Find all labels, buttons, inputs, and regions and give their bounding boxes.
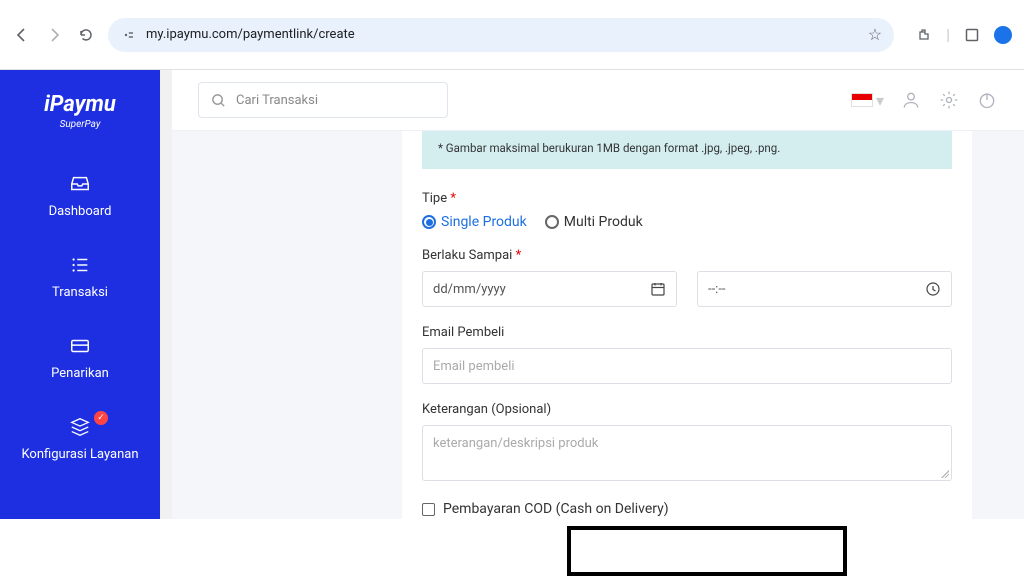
- sidebar: iPaymu SuperPay Dashboard Transaksi Pena…: [0, 70, 160, 519]
- clock-icon: [925, 281, 941, 297]
- browser-toolbar: my.ipaymu.com/paymentlink/create ☆ |: [0, 0, 1024, 70]
- cod-checkbox-row[interactable]: Pembayaran COD (Cash on Delivery): [422, 501, 952, 517]
- logo: iPaymu: [44, 78, 116, 119]
- search-icon: [211, 93, 226, 108]
- profile-avatar[interactable]: [994, 26, 1012, 44]
- browser-actions: |: [906, 25, 1012, 45]
- date-input[interactable]: dd/mm/yyyy: [422, 271, 677, 307]
- flag-id-icon: [851, 93, 873, 107]
- url-text: my.ipaymu.com/paymentlink/create: [146, 27, 860, 42]
- email-input[interactable]: Email pembeli: [422, 348, 952, 384]
- sidebar-item-transaksi[interactable]: Transaksi: [0, 237, 160, 318]
- paymentlink-form: * Gambar maksimal berukuran 1MB dengan f…: [402, 131, 972, 537]
- checkbox-icon: [422, 503, 435, 516]
- sidebar-item-konfigurasi[interactable]: ✓ Konfigurasi Layanan: [0, 399, 160, 480]
- account-icon[interactable]: [900, 89, 922, 111]
- reload-button[interactable]: [76, 25, 96, 45]
- image-hint-banner: * Gambar maksimal berukuran 1MB dengan f…: [422, 131, 952, 169]
- bookmark-star-icon[interactable]: ☆: [868, 25, 882, 44]
- show-tabs-icon[interactable]: [962, 25, 982, 45]
- email-label: Email Pembeli: [422, 325, 952, 340]
- chevron-down-icon: ▾: [876, 91, 884, 110]
- valid-until-label: Berlaku Sampai *: [422, 248, 952, 263]
- radio-multi-produk[interactable]: Multi Produk: [545, 214, 643, 230]
- notification-badge: ✓: [94, 411, 108, 425]
- inbox-icon: [68, 172, 92, 196]
- settings-icon[interactable]: [938, 89, 960, 111]
- cod-label: Pembayaran COD (Cash on Delivery): [443, 501, 669, 517]
- description-textarea[interactable]: keterangan/deskripsi produk: [422, 425, 952, 481]
- logo-tagline: SuperPay: [60, 119, 101, 130]
- type-label: Tipe *: [422, 191, 952, 206]
- sidebar-item-dashboard[interactable]: Dashboard: [0, 156, 160, 237]
- card-icon: [68, 334, 92, 358]
- calendar-icon: [650, 281, 666, 297]
- scrollbar[interactable]: [160, 70, 172, 519]
- search-input[interactable]: Cari Transaksi: [198, 82, 448, 118]
- divider: |: [946, 25, 950, 44]
- language-selector[interactable]: ▾: [851, 91, 884, 110]
- forward-button[interactable]: [44, 25, 64, 45]
- power-icon[interactable]: [976, 89, 998, 111]
- radio-single-produk[interactable]: Single Produk: [422, 214, 527, 230]
- back-button[interactable]: [12, 25, 32, 45]
- site-info-icon[interactable]: [120, 26, 138, 44]
- main-area: * Gambar maksimal berukuran 1MB dengan f…: [172, 131, 1024, 537]
- extensions-icon[interactable]: [914, 25, 934, 45]
- time-input[interactable]: --:--: [697, 271, 952, 307]
- topbar: Cari Transaksi ▾: [172, 70, 1024, 131]
- radio-icon: [422, 215, 436, 229]
- description-label: Keterangan (Opsional): [422, 402, 952, 417]
- url-bar[interactable]: my.ipaymu.com/paymentlink/create ☆: [108, 18, 894, 52]
- sidebar-item-penarikan[interactable]: Penarikan: [0, 318, 160, 399]
- list-icon: [68, 253, 92, 277]
- layers-icon: [68, 415, 92, 439]
- radio-icon: [545, 215, 559, 229]
- content-area: Cari Transaksi ▾ * Gambar maksimal beruk…: [172, 70, 1024, 519]
